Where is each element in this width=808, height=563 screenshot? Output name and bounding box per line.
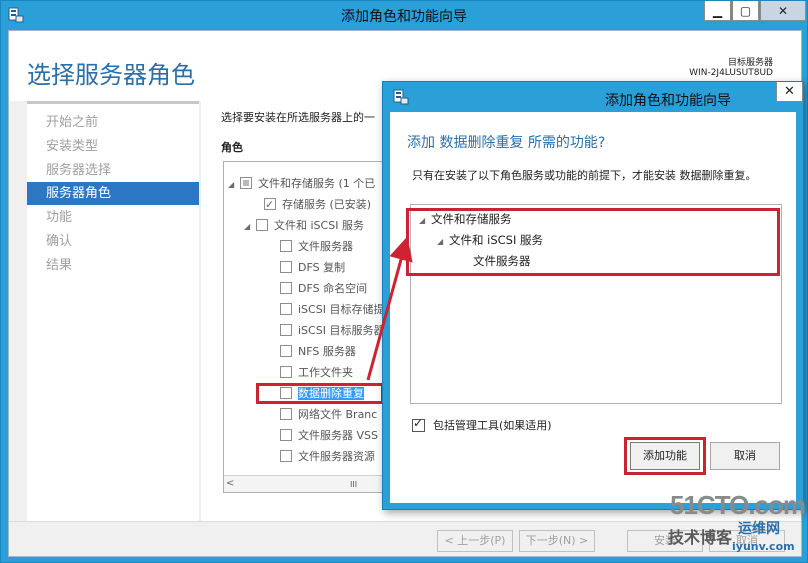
tree-row-dfs-replication[interactable]: DFS 复制 (280, 257, 390, 278)
include-tools-checkbox[interactable]: 包括管理工具(如果适用) (412, 416, 552, 433)
tree-row-fsrm[interactable]: 文件服务器资源 (280, 446, 390, 467)
tree-row-file-server[interactable]: 文件服务器 (280, 236, 390, 257)
role-checkbox[interactable] (280, 324, 292, 336)
role-checkbox[interactable] (280, 282, 292, 294)
expand-triangle-icon[interactable]: ◢ (244, 216, 256, 237)
watermark-url: iyunv.com (732, 540, 795, 553)
role-checkbox[interactable] (256, 219, 268, 231)
tree-row-label: 文件服务器 VSS (298, 429, 378, 442)
dialog-heading: 添加 数据删除重复 所需的功能? (407, 135, 606, 151)
tree-row-label: 存储服务 (已安装) (282, 198, 372, 211)
tree-row-label: 工作文件夹 (298, 366, 353, 379)
role-checkbox[interactable] (280, 366, 292, 378)
watermark-blog: 技术博客 (668, 528, 733, 547)
minimize-button[interactable]: ▁ (704, 1, 731, 21)
tree-row-dfs-namespaces[interactable]: DFS 命名空间 (280, 278, 390, 299)
main-title-bar[interactable]: 添加角色和功能向导 ▁ ▢ ✕ (1, 1, 807, 30)
tree-row-label: iSCSI 目标存储提 (298, 303, 385, 316)
add-features-highlight-box (624, 437, 706, 475)
target-server-label: 目标服务器 (727, 58, 773, 68)
nav-item-installation-type[interactable]: 安装类型 (27, 135, 199, 158)
dialog-body: 添加 数据删除重复 所需的功能? 只有在安装了以下角色服务或功能的前提下，才能安… (390, 112, 796, 503)
checkbox-checked-icon[interactable] (412, 416, 425, 432)
include-tools-label: 包括管理工具(如果适用) (433, 419, 552, 432)
tree-row-file-storage[interactable]: ◢ 文件和存储服务 (1 个已 (228, 173, 390, 195)
scroll-thumb[interactable]: III (350, 480, 357, 489)
nav-divider (27, 101, 199, 104)
watermark-logo: 51CTO.com (670, 490, 806, 520)
next-button[interactable]: 下一步(N) > (519, 530, 595, 552)
tree-row-label: DFS 复制 (298, 261, 346, 274)
role-checkbox[interactable] (280, 408, 292, 420)
nav-item-results[interactable]: 结果 (27, 254, 199, 277)
add-features-dialog: 添加角色和功能向导 ✕ 添加 数据删除重复 所需的功能? 只有在安装了以下角色服… (382, 81, 804, 510)
role-checkbox[interactable] (280, 303, 292, 315)
tree-row-nfs-server[interactable]: NFS 服务器 (280, 341, 390, 362)
previous-button[interactable]: < 上一步(P) (437, 530, 513, 552)
tree-row-label: 文件和存储服务 (1 个已 (258, 177, 376, 190)
role-checkbox[interactable] (240, 177, 252, 189)
tree-row-label: 文件服务器 (298, 240, 353, 253)
nav-item-confirmation[interactable]: 确认 (27, 230, 199, 253)
tree-row-vss-agent[interactable]: 文件服务器 VSS (280, 425, 390, 446)
nav-item-before-you-begin[interactable]: 开始之前 (27, 111, 199, 134)
tree-row-iscsi-target-storage[interactable]: iSCSI 目标存储提 (280, 299, 390, 320)
dialog-cancel-button[interactable]: 取消 (710, 442, 780, 470)
tree-row-label: NFS 服务器 (298, 345, 356, 358)
roles-heading: 角色 (221, 141, 243, 154)
tree-row-label: 文件和 iSCSI 服务 (274, 219, 364, 232)
role-checkbox[interactable] (280, 345, 292, 357)
maximize-button[interactable]: ▢ (732, 1, 759, 21)
close-button[interactable]: ✕ (760, 1, 806, 21)
nav-item-server-roles[interactable]: 服务器角色 (27, 182, 199, 205)
role-checkbox[interactable] (280, 429, 292, 441)
tree-row-label: 文件服务器资源 (298, 450, 375, 463)
nav-item-server-selection[interactable]: 服务器选择 (27, 159, 199, 182)
scroll-left-icon[interactable]: < (226, 476, 240, 492)
wizard-steps-nav: 开始之前 安装类型 服务器选择 服务器角色 功能 确认 结果 (27, 101, 199, 521)
tree-row-label: 网络文件 Branc (298, 408, 378, 421)
nav-item-features[interactable]: 功能 (27, 206, 199, 229)
target-server-name: WIN-2J4LUSUT8UD (689, 68, 773, 78)
expand-triangle-icon[interactable]: ◢ (228, 174, 240, 195)
dialog-tree-highlight-box (406, 208, 780, 276)
tree-row-label: DFS 命名空间 (298, 282, 368, 295)
tree-row-work-folders[interactable]: 工作文件夹 (280, 362, 390, 383)
role-checkbox[interactable] (280, 450, 292, 462)
horizontal-scrollbar[interactable]: < III (224, 475, 390, 492)
tree-row-file-iscsi[interactable]: ◢ 文件和 iSCSI 服务 (244, 215, 390, 237)
window-title: 添加角色和功能向导 (341, 9, 467, 25)
role-checkbox[interactable] (280, 261, 292, 273)
dialog-title: 添加角色和功能向导 (605, 93, 731, 109)
dedup-highlight-box (256, 383, 384, 404)
tree-row-iscsi-target-server[interactable]: iSCSI 目标服务器 (280, 320, 390, 341)
dialog-description: 只有在安装了以下角色服务或功能的前提下，才能安装 数据删除重复。 (412, 169, 757, 182)
page-title: 选择服务器角色 (27, 62, 195, 89)
roles-tree[interactable]: ◢文件和存储服务 (1 个已 存储服务 (已安装) ◢文件和 iSCSI 服务 … (223, 161, 391, 493)
role-checkbox[interactable] (280, 240, 292, 252)
tree-row-storage-services[interactable]: 存储服务 (已安装) (264, 194, 390, 215)
watermark-yunwei: 运维网 (738, 521, 780, 537)
tree-row-branchcache[interactable]: 网络文件 Branc (280, 404, 390, 425)
site-watermark: 51CTO.com 技术博客 运维网 iyunv.com (652, 490, 806, 560)
roles-instruction: 选择要安装在所选服务器上的一 (221, 111, 375, 124)
tree-row-label: iSCSI 目标服务器 (298, 324, 385, 337)
dialog-close-button[interactable]: ✕ (776, 82, 803, 102)
role-checkbox[interactable] (264, 194, 276, 215)
